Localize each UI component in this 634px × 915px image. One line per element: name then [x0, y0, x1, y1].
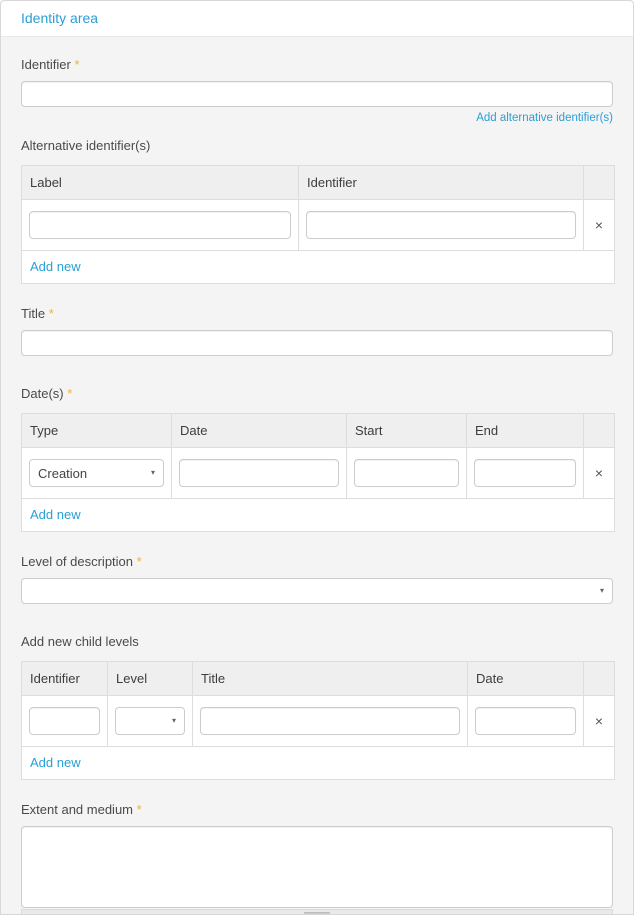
child-identifier-input[interactable]: [29, 707, 100, 735]
title-input[interactable]: [21, 330, 613, 356]
child-level-select[interactable]: ▾: [115, 707, 185, 735]
dates-col-start: Start: [347, 414, 467, 448]
extent-field-group: Extent and medium *: [21, 802, 613, 915]
identity-area-panel: Identity area Identifier * Add alternati…: [0, 0, 634, 915]
child-col-actions: [584, 662, 614, 696]
add-alternative-identifiers-link[interactable]: Add alternative identifier(s): [476, 112, 613, 124]
identifier-label-text: Identifier: [21, 57, 71, 72]
textarea-resize-bar[interactable]: [21, 909, 613, 915]
alt-id-identifier-input[interactable]: [306, 211, 576, 239]
alternative-identifiers-table: Label Identifier × Add new: [21, 165, 615, 284]
child-levels-table-row: ▾ ×: [22, 696, 614, 747]
level-of-description-label-text: Level of description: [21, 554, 133, 569]
dates-header-row: Type Date Start End: [22, 414, 614, 448]
level-of-description-group: Level of description * ▾: [21, 554, 613, 604]
date-input[interactable]: [179, 459, 339, 487]
alt-id-label-input[interactable]: [29, 211, 291, 239]
alt-id-footer-row: Add new: [22, 251, 614, 283]
alt-id-table-row: ×: [22, 200, 614, 251]
dates-col-end: End: [467, 414, 584, 448]
dates-section: Date(s) * Type Date Start End: [21, 386, 613, 532]
required-asterisk: *: [137, 554, 142, 569]
alternative-identifiers-label: Alternative identifier(s): [21, 138, 613, 153]
child-col-title: Title: [193, 662, 468, 696]
child-col-date: Date: [468, 662, 584, 696]
caret-down-icon: ▾: [600, 587, 604, 595]
child-levels-add-new-link[interactable]: Add new: [30, 755, 81, 770]
alt-id-col-label: Label: [22, 166, 299, 200]
dates-table-row: Creation ▾ ×: [22, 448, 614, 499]
add-alternative-identifier-row: Add alternative identifier(s): [21, 112, 613, 124]
dates-label: Date(s) *: [21, 386, 613, 401]
dates-label-text: Date(s): [21, 386, 64, 401]
child-levels-table: Identifier Level Title Date ▾: [21, 661, 615, 780]
alternative-identifiers-section: Alternative identifier(s) Label Identifi…: [21, 138, 613, 284]
child-levels-header-row: Identifier Level Title Date: [22, 662, 614, 696]
identifier-field-group: Identifier * Add alternative identifier(…: [21, 57, 613, 124]
dates-delete-icon[interactable]: ×: [595, 466, 603, 480]
identity-area-header: Identity area: [1, 1, 633, 37]
alt-id-add-new-link[interactable]: Add new: [30, 259, 81, 274]
child-col-level: Level: [108, 662, 193, 696]
extent-label: Extent and medium *: [21, 802, 613, 817]
dates-col-actions: [584, 414, 614, 448]
date-type-select[interactable]: Creation ▾: [29, 459, 164, 487]
child-levels-label: Add new child levels: [21, 634, 613, 649]
dates-col-date: Date: [172, 414, 347, 448]
required-asterisk: *: [137, 802, 142, 817]
child-levels-section: Add new child levels Identifier Level Ti…: [21, 634, 613, 780]
title-label: Title *: [21, 306, 613, 321]
identifier-input[interactable]: [21, 81, 613, 107]
section-title: Identity area: [21, 10, 98, 26]
dates-col-type: Type: [22, 414, 172, 448]
alt-id-delete-icon[interactable]: ×: [595, 218, 603, 232]
title-field-group: Title *: [21, 306, 613, 356]
alt-id-col-identifier: Identifier: [299, 166, 584, 200]
child-levels-footer-row: Add new: [22, 747, 614, 779]
child-col-identifier: Identifier: [22, 662, 108, 696]
required-asterisk: *: [67, 386, 72, 401]
extent-textarea[interactable]: [21, 826, 613, 908]
caret-down-icon: ▾: [172, 717, 176, 725]
level-of-description-select[interactable]: ▾: [21, 578, 613, 604]
dates-footer-row: Add new: [22, 499, 614, 531]
level-of-description-label: Level of description *: [21, 554, 613, 569]
extent-label-text: Extent and medium: [21, 802, 133, 817]
date-start-input[interactable]: [354, 459, 459, 487]
alt-id-header-row: Label Identifier: [22, 166, 614, 200]
dates-table: Type Date Start End Creation ▾: [21, 413, 615, 532]
date-end-input[interactable]: [474, 459, 576, 487]
child-title-input[interactable]: [200, 707, 460, 735]
title-label-text: Title: [21, 306, 45, 321]
dates-add-new-link[interactable]: Add new: [30, 507, 81, 522]
child-levels-delete-icon[interactable]: ×: [595, 714, 603, 728]
alt-id-col-actions: [584, 166, 614, 200]
date-type-selected-value: Creation: [38, 466, 87, 481]
caret-down-icon: ▾: [151, 469, 155, 477]
identity-area-body: Identifier * Add alternative identifier(…: [1, 37, 633, 915]
required-asterisk: *: [75, 57, 80, 72]
child-date-input[interactable]: [475, 707, 576, 735]
identifier-label: Identifier *: [21, 57, 613, 72]
required-asterisk: *: [49, 306, 54, 321]
resize-grip-icon: [304, 912, 330, 915]
